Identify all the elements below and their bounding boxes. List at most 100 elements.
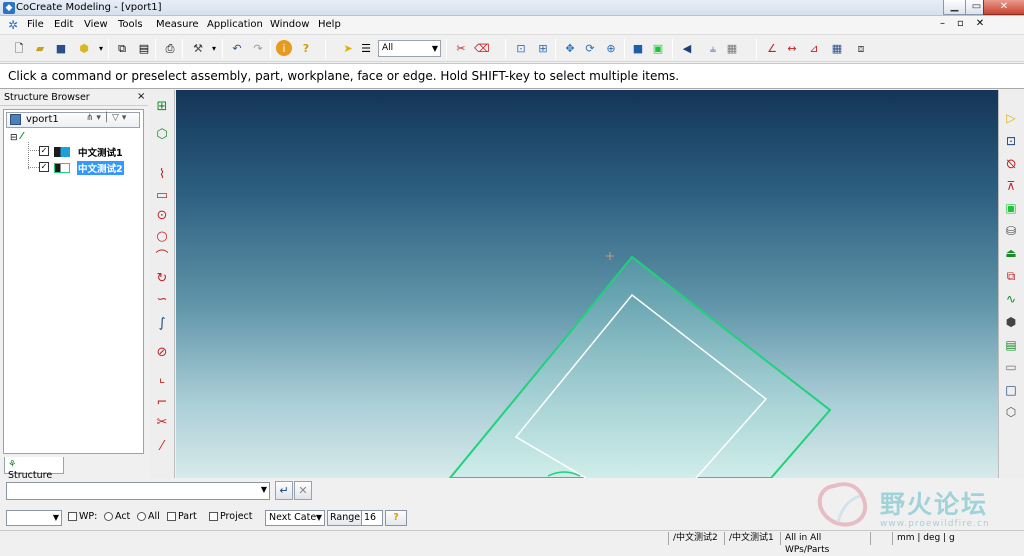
units-select[interactable]: ▼ (6, 510, 62, 526)
open-folder-icon[interactable]: ▰ (32, 40, 48, 56)
part-checkbox[interactable] (167, 512, 176, 521)
gear-icon[interactable]: ✲ (8, 19, 20, 31)
save-icon[interactable]: ■ (53, 40, 69, 56)
line-icon[interactable]: ⁄ (152, 438, 172, 456)
project-option[interactable]: Project (209, 510, 253, 526)
range-input[interactable]: 16 (361, 510, 383, 526)
new-file-icon[interactable]: 🗋 (11, 40, 27, 56)
help-icon[interactable]: ? (298, 40, 314, 56)
rotate-icon[interactable]: ⟳ (582, 40, 598, 56)
cylinder-icon[interactable]: ⛁ (1002, 222, 1020, 240)
play-icon[interactable]: ▷ (1002, 109, 1020, 127)
fillet-icon[interactable]: ⌐ (152, 394, 172, 412)
calculator-icon[interactable]: ▦ (829, 40, 845, 56)
clear-selection-icon[interactable]: ⌫ (473, 40, 490, 56)
polyline-icon[interactable]: ⌇ (152, 166, 172, 184)
all-radio[interactable] (137, 512, 146, 521)
square-outline-icon[interactable]: □ (1002, 381, 1020, 399)
turn-icon[interactable]: ⦰ (1002, 155, 1020, 173)
collapse-icon[interactable]: ⊟ (10, 133, 18, 143)
settings-dropdown-icon[interactable]: ▾ (206, 40, 222, 56)
confirm-button[interactable]: ↵ (275, 481, 293, 500)
properties-icon[interactable]: ⧈ (853, 40, 869, 56)
act-radio[interactable] (104, 512, 113, 521)
select-list-icon[interactable]: ☰ (358, 40, 374, 56)
fit-view-icon[interactable]: ⊡ (513, 40, 529, 56)
menu-window[interactable]: Window (270, 19, 309, 30)
select-arrow-icon[interactable]: ➤ (340, 40, 356, 56)
rectangle-icon[interactable]: ▭ (152, 187, 172, 205)
wp-checkbox[interactable] (68, 512, 77, 521)
zoom-icon[interactable]: ⊕ (603, 40, 619, 56)
deselect-icon[interactable]: ✂ (453, 40, 469, 56)
pattern-icon[interactable]: ▤ (1002, 336, 1020, 354)
wp-option[interactable]: WP: (68, 510, 97, 526)
graphics-viewport[interactable] (176, 90, 998, 478)
mdi-minimize-button[interactable]: – (940, 18, 945, 34)
mdi-close-button[interactable]: ✕ (976, 18, 984, 34)
taper-icon[interactable]: ⊼ (1002, 177, 1020, 195)
box-icon[interactable]: ▣ (1002, 199, 1020, 217)
copy-icon[interactable]: ⧉ (114, 40, 130, 56)
minimize-button[interactable]: ▁ (943, 0, 966, 15)
shaded-view-icon[interactable]: ■ (630, 40, 646, 56)
fillet-arc-icon[interactable]: ∽ (152, 291, 172, 309)
zoom-window-icon[interactable]: ⊞ (535, 40, 551, 56)
part-option[interactable]: Part (167, 510, 197, 526)
command-input[interactable]: ▼ (6, 482, 270, 500)
corner-icon[interactable]: ⌞ (152, 370, 172, 388)
mdi-restore-button[interactable]: ▫ (957, 18, 964, 34)
menu-view[interactable]: View (84, 19, 108, 30)
solid-icon[interactable]: ⬢ (1002, 313, 1020, 331)
act-option[interactable]: Act (104, 510, 130, 526)
info-icon[interactable]: i (276, 40, 292, 56)
trim-icon[interactable]: ⊘ (152, 344, 172, 362)
arc-icon[interactable]: ⌒ (152, 249, 172, 267)
print-icon[interactable]: ⎙ (162, 40, 178, 56)
shell-icon[interactable]: ⧉ (1002, 267, 1020, 285)
close-icon[interactable]: × (137, 91, 145, 102)
menu-tools[interactable]: Tools (118, 19, 143, 30)
undo-icon[interactable]: ↶ (229, 40, 245, 56)
menu-measure[interactable]: Measure (156, 19, 199, 30)
part-icon[interactable]: ⬢ (76, 40, 92, 56)
menu-file[interactable]: File (27, 19, 44, 30)
part-1-label[interactable]: 中文测试1 (78, 145, 123, 159)
part-dropdown-icon[interactable]: ▾ (93, 40, 109, 56)
arc-3pt-icon[interactable]: ↻ (152, 270, 172, 288)
next-category-select[interactable]: Next Cate ▼ (265, 510, 325, 526)
circle-center-icon[interactable]: ⊙ (152, 207, 172, 225)
all-option[interactable]: All (137, 510, 160, 526)
cancel-button[interactable]: ✕ (294, 481, 312, 500)
pan-icon[interactable]: ✥ (562, 40, 578, 56)
mill-icon[interactable]: ⏏ (1002, 244, 1020, 262)
settings-icon[interactable]: ⚒ (190, 40, 206, 56)
assembly-icon[interactable]: ⊞ (152, 98, 172, 116)
section-view-icon[interactable]: ⫨ (705, 40, 721, 56)
measure-distance-icon[interactable]: ↔ (784, 40, 800, 56)
redo-icon[interactable]: ↷ (250, 40, 266, 56)
menu-application[interactable]: Application (207, 19, 263, 30)
surface-icon[interactable]: ∿ (1002, 290, 1020, 308)
selection-filter-select[interactable]: All ▼ (378, 40, 441, 57)
close-button[interactable]: ✕ (983, 0, 1024, 15)
cut-geometry-icon[interactable]: ✂ (152, 414, 172, 432)
measure-icon[interactable]: ⊿ (806, 40, 822, 56)
menu-edit[interactable]: Edit (54, 19, 73, 30)
spline-icon[interactable]: ∫ (152, 315, 172, 333)
cube-icon[interactable]: ⬡ (1002, 403, 1020, 421)
rectangle-outline-icon[interactable]: ▭ (1002, 358, 1020, 376)
option-help-button[interactable]: ? (385, 510, 407, 526)
wireframe-view-icon[interactable]: ▣ (650, 40, 666, 56)
circle-icon[interactable]: ○ (152, 228, 172, 246)
previous-view-icon[interactable]: ◀ (679, 40, 695, 56)
paste-icon[interactable]: ▤ (136, 40, 152, 56)
new-part-icon[interactable]: ⬡ (152, 126, 172, 144)
texture-icon[interactable]: ▦ (724, 40, 740, 56)
part-2-label[interactable]: 中文测试2 (77, 161, 124, 175)
chevron-down-icon[interactable]: ▼ (261, 485, 267, 494)
part-1-visibility-checkbox[interactable]: ✓ (39, 146, 49, 156)
browser-filter-controls[interactable]: ⋔ ▾ │ ▽ ▾ (86, 113, 126, 123)
part-2-visibility-checkbox[interactable]: ✓ (39, 162, 49, 172)
menu-help[interactable]: Help (318, 19, 341, 30)
